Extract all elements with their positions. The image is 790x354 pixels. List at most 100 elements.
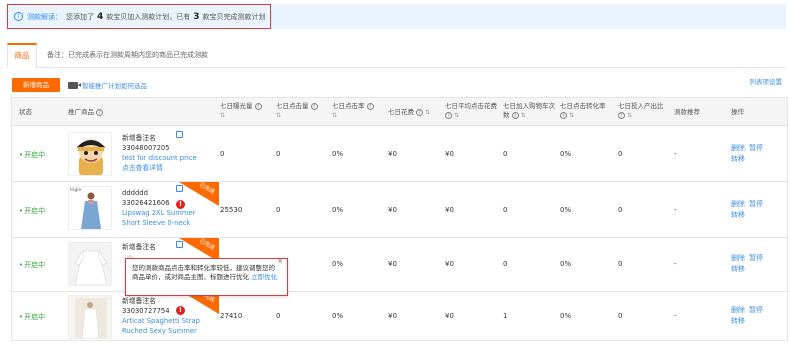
- header-clicks-label: 七日点击量: [276, 102, 309, 110]
- delete-button[interactable]: 删除: [731, 254, 745, 262]
- help-icon[interactable]: ?: [366, 102, 374, 110]
- product-detail-link[interactable]: 点击查看详情: [122, 163, 197, 173]
- spend-value: ¥0: [388, 312, 397, 320]
- cvr-value: 0%: [560, 312, 572, 320]
- product-title[interactable]: Articat Spaghetti Strap: [122, 316, 200, 326]
- table-row: 开启中 Irigin dddddd 33026421606 Lipswag 2X…: [12, 182, 787, 238]
- sort-icon[interactable]: ⇅: [569, 112, 574, 119]
- header-exposure-label: 七日曝光量: [220, 102, 253, 110]
- ctr-value: 0%: [332, 260, 344, 268]
- header-spend[interactable]: 七日花费 ? ⇅: [388, 108, 430, 117]
- help-icon[interactable]: ?: [416, 108, 424, 116]
- roi-value: 0: [618, 150, 623, 158]
- brand-label: Irigin: [70, 188, 82, 193]
- pause-button[interactable]: 暂停: [749, 254, 763, 262]
- roi-value: 0: [618, 260, 623, 268]
- product-thumbnail[interactable]: [68, 295, 112, 339]
- header-clicks[interactable]: 七日点击量 ? ⇅: [276, 102, 318, 120]
- header-roi[interactable]: 七日投入产出比? ⇅: [618, 102, 664, 120]
- header-cpc[interactable]: 七日平均点击花费? ⇅: [445, 102, 501, 120]
- sort-icon[interactable]: ⇅: [425, 109, 430, 116]
- table-header: 状态 推广商品 ? 七日曝光量 ? ⇅ 七日点击量 ? ⇅ 七日点击率 ? ⇅ 七日花…: [12, 98, 787, 126]
- sort-icon[interactable]: ⇅: [220, 112, 225, 119]
- status-badge: 开启中: [19, 312, 45, 322]
- product-note[interactable]: 新增备注名: [122, 133, 197, 143]
- product-title[interactable]: Lipswag 2XL Summer: [122, 208, 196, 218]
- product-title[interactable]: test for discount price: [122, 153, 197, 163]
- video-guide-link[interactable]: 智能推广计划如何选品: [68, 80, 147, 90]
- recommend-value: -: [674, 312, 677, 320]
- header-exposure[interactable]: 七日曝光量 ? ⇅: [220, 102, 262, 120]
- product-id: 33048007205: [122, 144, 170, 152]
- sort-icon[interactable]: ⇅: [627, 112, 632, 119]
- info-icon: i: [14, 12, 23, 21]
- product-title-cont: Ruched Sexy Summer: [122, 327, 197, 335]
- exposure-value: 25530: [220, 206, 243, 214]
- tab-goods[interactable]: 商品: [7, 43, 37, 68]
- header-ctr-label: 七日点击率: [332, 102, 365, 110]
- status-badge: 开启中: [19, 260, 45, 270]
- transfer-button[interactable]: 转移: [731, 211, 745, 219]
- sort-icon[interactable]: ⇅: [521, 112, 526, 119]
- transfer-button[interactable]: 转移: [731, 317, 745, 325]
- help-icon[interactable]: ?: [254, 102, 262, 110]
- sort-icon[interactable]: ⇅: [454, 112, 459, 119]
- product-thumbnail[interactable]: [68, 132, 112, 176]
- cpc-value: ¥0: [445, 150, 454, 158]
- delete-button[interactable]: 删除: [731, 306, 745, 314]
- help-icon[interactable]: ?: [560, 111, 567, 119]
- product-info: 新增备注名: [122, 242, 156, 252]
- cart-adds-value: 0: [503, 150, 508, 158]
- row-actions: 删除 暂停 转移: [731, 305, 767, 327]
- header-recommend: 测款推荐: [674, 108, 700, 116]
- notice-lead: 测款解读：: [27, 12, 62, 21]
- exposure-value: 27410: [220, 312, 243, 320]
- clicks-value: 0: [276, 150, 281, 158]
- row-actions: 删除 暂停 转移: [731, 253, 767, 275]
- help-icon[interactable]: ?: [96, 108, 104, 116]
- product-note[interactable]: 新增备注名: [122, 242, 156, 252]
- product-title-cont: Short Sleeve 0-neck: [122, 219, 191, 227]
- status-badge: 开启中: [19, 150, 45, 160]
- delete-button[interactable]: 删除: [731, 144, 745, 152]
- product-table: 状态 推广商品 ? 七日曝光量 ? ⇅ 七日点击量 ? ⇅ 七日点击率 ? ⇅ 七日花…: [11, 97, 788, 341]
- header-status: 状态: [19, 108, 32, 116]
- help-icon[interactable]: ?: [618, 111, 625, 119]
- help-icon[interactable]: ?: [310, 102, 318, 110]
- header-ctr[interactable]: 七日点击率 ? ⇅: [332, 102, 374, 120]
- spend-value: ¥0: [388, 260, 397, 268]
- pause-button[interactable]: 暂停: [749, 306, 763, 314]
- header-cpc-label: 七日平均点击花费: [445, 102, 497, 110]
- delete-button[interactable]: 删除: [731, 200, 745, 208]
- cvr-value: 0%: [560, 150, 572, 158]
- column-settings-link[interactable]: 列表项设置: [750, 76, 783, 86]
- pause-button[interactable]: 暂停: [749, 144, 763, 152]
- add-product-button[interactable]: 新增商品: [12, 78, 60, 92]
- help-icon[interactable]: ?: [511, 111, 519, 119]
- cpc-value: ¥0: [445, 312, 454, 320]
- clicks-value: 0: [276, 206, 281, 214]
- row-actions: 删除 暂停 转移: [731, 143, 767, 165]
- header-ops: 操作: [731, 108, 744, 116]
- optimize-now-link[interactable]: 立即优化: [251, 273, 277, 281]
- ctr-value: 0%: [332, 312, 344, 320]
- header-cart-adds[interactable]: 七日加入购物车次数 ? ⇅: [503, 102, 555, 120]
- tab-note: 备注：已完成表示在测款周期内您的商品已完成测款: [47, 51, 208, 59]
- added-count: 4: [97, 11, 104, 22]
- status-badge: 开启中: [19, 206, 45, 216]
- sort-icon[interactable]: ⇅: [276, 112, 281, 119]
- test-insight-banner: i 测款解读： 您添加了 4 款宝贝加入测款计划，已有 3 款宝贝完成测款计划: [7, 4, 271, 29]
- notice-bar-background: [271, 4, 786, 29]
- edit-icon[interactable]: [176, 131, 183, 140]
- sort-icon[interactable]: ⇅: [332, 112, 337, 119]
- close-icon[interactable]: ×: [277, 257, 283, 266]
- product-thumbnail[interactable]: Irigin: [68, 186, 112, 230]
- transfer-button[interactable]: 转移: [731, 265, 745, 273]
- help-icon[interactable]: ?: [445, 111, 452, 119]
- header-spend-label: 七日花费: [388, 108, 414, 116]
- video-guide-label: 智能推广计划如何选品: [82, 82, 147, 90]
- pause-button[interactable]: 暂停: [749, 200, 763, 208]
- header-cvr[interactable]: 七日点击转化率? ⇅: [560, 102, 614, 120]
- transfer-button[interactable]: 转移: [731, 155, 745, 163]
- product-thumbnail[interactable]: [68, 242, 112, 286]
